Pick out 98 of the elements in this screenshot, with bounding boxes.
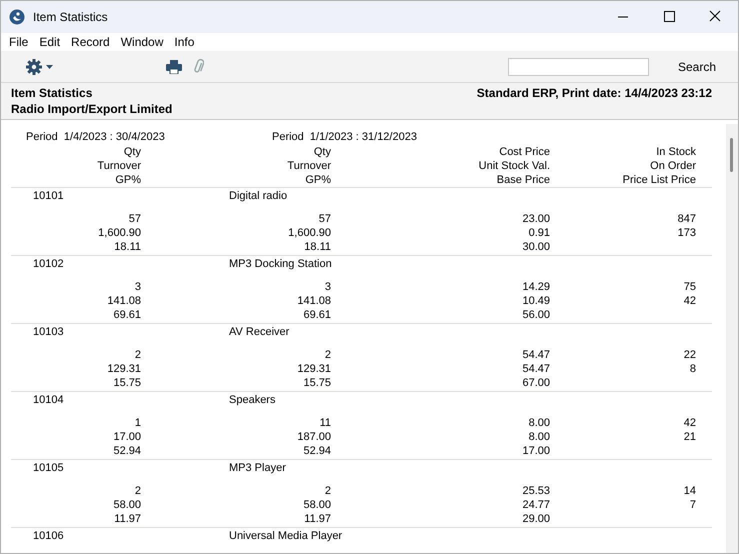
- table-cell-text: 18.11: [113, 240, 141, 254]
- table-cell-text: 58.00: [302, 498, 331, 512]
- table-cell-text: 67.00: [521, 376, 550, 390]
- table-cell-text: 129.31: [106, 362, 141, 376]
- table-cell-text: 11.97: [303, 512, 331, 526]
- column-heading: GP%: [304, 173, 331, 187]
- column-heading: Unit Stock Val.: [478, 159, 550, 173]
- item-code: 10106: [33, 529, 65, 544]
- scrollbar[interactable]: [726, 124, 738, 553]
- table-cell-text: 129.31: [296, 362, 331, 376]
- item-name: Universal Media Player: [229, 529, 342, 544]
- table-cell-text: 17.00: [521, 444, 550, 458]
- print-info: Standard ERP, Print date: 14/4/2023 23:12: [476, 85, 712, 102]
- table-cell-text: 22: [682, 348, 696, 362]
- table-cell-text: 7: [688, 498, 696, 512]
- table-cell-text: 2: [324, 484, 331, 498]
- item-code: 10105: [33, 461, 65, 476]
- menu-item[interactable]: Edit: [39, 33, 60, 51]
- item-code: 10103: [33, 325, 65, 340]
- item-code: 10102: [33, 257, 65, 272]
- column-heading: In Stock: [655, 145, 696, 159]
- table-cell-text: 10.49: [521, 294, 550, 308]
- table-cell-text: 11: [318, 416, 331, 430]
- table-cell-text: 42: [682, 416, 696, 430]
- column-heading: On Order: [649, 159, 696, 173]
- table-cell-text: 2: [134, 484, 141, 498]
- table-cell-text: 69.61: [112, 308, 141, 322]
- table-cell-text: 54.47: [521, 362, 550, 376]
- table-cell-text: 52.94: [112, 444, 141, 458]
- table-cell-text: 141.08: [296, 294, 331, 308]
- table-cell-text: 1,600.90: [287, 226, 331, 240]
- table-cell-text: 15.75: [302, 376, 331, 390]
- table-cell-text: 57: [318, 212, 331, 226]
- item-name: MP3 Docking Station: [229, 257, 332, 272]
- period-label: Period 1/1/2023 : 31/12/2023: [272, 130, 418, 145]
- search-field[interactable]: [508, 58, 649, 76]
- column-heading: Base Price: [496, 173, 550, 187]
- item-name: AV Receiver: [229, 325, 290, 340]
- table-cell-text: 58.00: [112, 498, 141, 512]
- table-cell-text: 2: [324, 348, 331, 362]
- item-code: 10101: [33, 189, 65, 204]
- item-name: Digital radio: [229, 189, 288, 204]
- column-heading: Turnover: [96, 159, 141, 173]
- table-cell-text: 56.00: [521, 308, 550, 322]
- table-cell-text: 23.00: [521, 212, 550, 226]
- table-cell-text: 3: [324, 280, 331, 294]
- printer-icon[interactable]: [166, 60, 182, 74]
- menu-item[interactable]: Window: [120, 33, 164, 51]
- window-title: Item Statistics: [33, 9, 108, 26]
- column-heading: GP%: [114, 173, 141, 187]
- table-cell-text: 69.61: [302, 308, 331, 322]
- menu-item[interactable]: File: [9, 33, 28, 51]
- table-cell-text: 24.77: [521, 498, 550, 512]
- table-cell-text: 1: [134, 416, 141, 430]
- search-button[interactable]: Search: [678, 58, 716, 76]
- menu-item[interactable]: Info: [174, 33, 194, 51]
- scrollbar-thumb[interactable]: [730, 138, 733, 172]
- paperclip-icon[interactable]: [192, 58, 204, 74]
- table-cell-text: 8.00: [528, 430, 550, 444]
- menu-item[interactable]: Record: [71, 33, 110, 51]
- table-cell-text: 0.91: [528, 226, 550, 240]
- report-title: Item Statistics: [11, 85, 94, 101]
- table-cell-text: 14: [682, 484, 696, 498]
- table-cell-text: 57: [128, 212, 141, 226]
- table-cell-text: 29.00: [521, 512, 550, 526]
- table-cell-text: 54.47: [521, 348, 550, 362]
- table-cell-text: 17.00: [112, 430, 141, 444]
- app-logo-icon: [9, 9, 25, 25]
- column-heading: Qty: [122, 145, 141, 159]
- table-cell-text: 75: [682, 280, 696, 294]
- table-cell-text: 8.00: [528, 416, 550, 430]
- table-cell-text: 3: [134, 280, 141, 294]
- column-heading: Cost Price: [498, 145, 550, 159]
- table-cell-text: 25.53: [521, 484, 550, 498]
- table-cell-text: 42: [682, 294, 696, 308]
- table-cell-text: 173: [676, 226, 696, 240]
- item-code: 10104: [33, 393, 65, 408]
- table-cell-text: 2: [134, 348, 141, 362]
- table-cell-text: 847: [676, 212, 696, 226]
- table-cell-text: 1,600.90: [97, 226, 141, 240]
- column-heading: Price List Price: [622, 173, 696, 187]
- table-cell-text: 21: [682, 430, 696, 444]
- table-cell-text: 52.94: [302, 444, 331, 458]
- table-cell-text: 8: [688, 362, 696, 376]
- table-cell-text: 30.00: [521, 240, 550, 254]
- table-cell-text: 141.08: [106, 294, 141, 308]
- item-name: Speakers: [229, 393, 276, 408]
- item-name: MP3 Player: [229, 461, 286, 476]
- company-name: Radio Import/Export Limited: [11, 101, 172, 117]
- table-cell-text: 18.11: [303, 240, 331, 254]
- column-heading: Turnover: [286, 159, 331, 173]
- table-cell-text: 187.00: [296, 430, 331, 444]
- table-cell-text: 15.75: [112, 376, 141, 390]
- column-heading: Qty: [312, 145, 331, 159]
- table-cell-text: 14.29: [521, 280, 550, 294]
- gear-dropdown-icon[interactable]: [26, 58, 56, 74]
- period-label: Period 1/4/2023 : 30/4/2023: [26, 130, 166, 145]
- table-cell-text: 11.97: [113, 512, 141, 526]
